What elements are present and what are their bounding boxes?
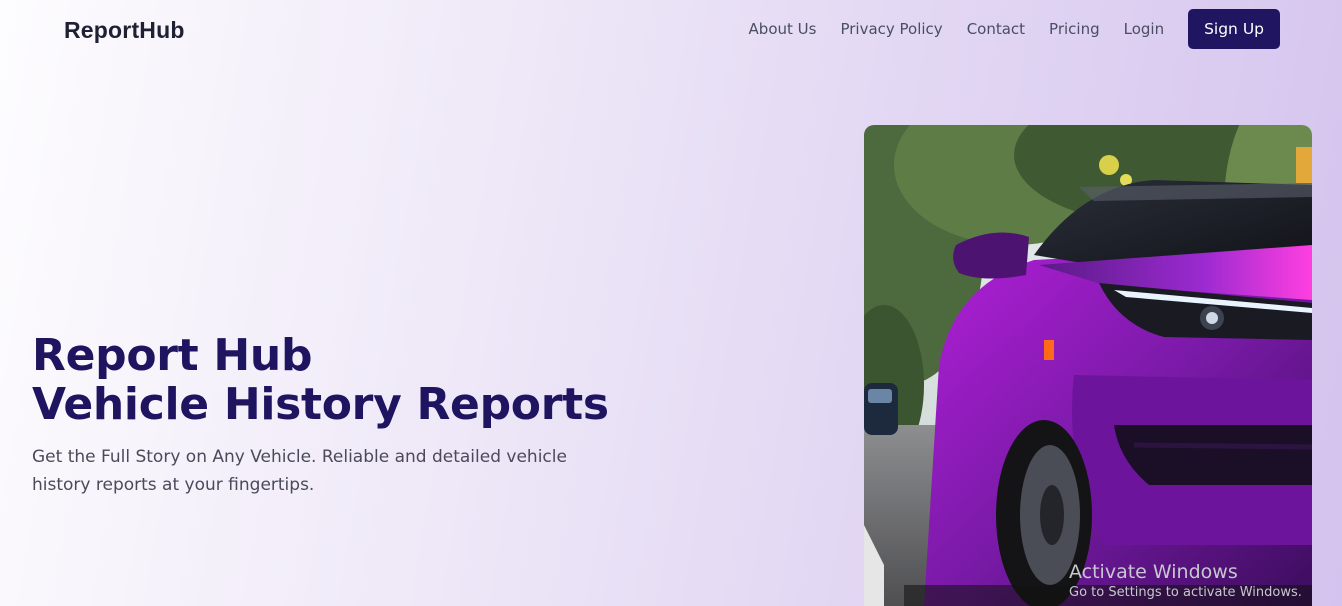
hero-title-line-2: Vehicle History Reports (32, 379, 609, 430)
windows-activation-watermark: Activate Windows Go to Settings to activ… (1069, 561, 1302, 602)
hero-subtitle: Get the Full Story on Any Vehicle. Relia… (32, 447, 567, 495)
hero-car-image (864, 125, 1312, 606)
nav-link-pricing[interactable]: Pricing (1049, 20, 1100, 38)
watermark-subtitle: Go to Settings to activate Windows. (1069, 585, 1302, 600)
nav-links: About Us Privacy Policy Contact Pricing … (725, 9, 1280, 49)
sign-up-button[interactable]: Sign Up (1188, 9, 1280, 49)
watermark-title: Activate Windows (1069, 561, 1238, 583)
nav-link-login[interactable]: Login (1124, 20, 1164, 38)
hero-title: Report Hub Vehicle History Reports (32, 331, 609, 429)
nav-link-privacy-policy[interactable]: Privacy Policy (840, 20, 942, 38)
top-navigation: ReportHub About Us Privacy Policy Contac… (0, 0, 1342, 60)
nav-link-contact[interactable]: Contact (967, 20, 1025, 38)
nav-link-about-us[interactable]: About Us (749, 20, 817, 38)
hero-title-line-1: Report Hub (32, 330, 313, 381)
brand-logo[interactable]: ReportHub (64, 17, 185, 44)
